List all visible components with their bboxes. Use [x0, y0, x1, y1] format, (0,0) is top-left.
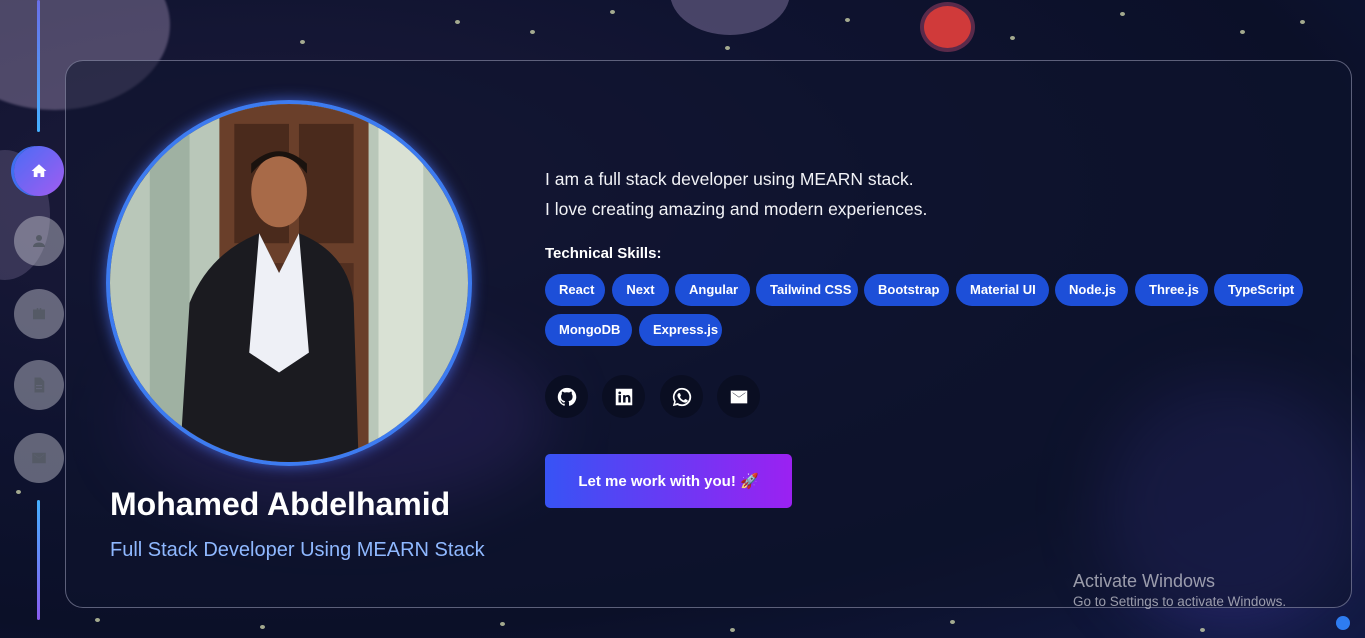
star: [1120, 12, 1125, 16]
planet-shape: [670, 0, 790, 35]
skill-chip: Three.js: [1135, 274, 1208, 306]
document-icon: [34, 377, 45, 393]
skill-chip: TypeScript: [1214, 274, 1303, 306]
star: [530, 30, 535, 34]
star: [455, 20, 460, 24]
windows-activation-watermark: Activate Windows Go to Settings to activ…: [1073, 571, 1286, 609]
nav-projects-button[interactable]: [14, 289, 64, 339]
star: [1200, 628, 1205, 632]
nav-about-button[interactable]: [14, 216, 64, 266]
star: [260, 625, 265, 629]
red-planet: [920, 2, 975, 52]
linkedin-link[interactable]: [602, 375, 645, 418]
watermark-subtitle: Go to Settings to activate Windows.: [1073, 594, 1287, 609]
email-icon: [730, 390, 747, 403]
skill-chip: Angular: [675, 274, 750, 306]
whatsapp-icon: [672, 387, 691, 406]
scroll-indicator[interactable]: [1336, 616, 1350, 630]
email-link[interactable]: [717, 375, 760, 418]
star: [1010, 36, 1015, 40]
home-icon: [31, 164, 47, 177]
bio-text: I am a full stack developer using MEARN …: [545, 164, 927, 224]
profile-name: Mohamed Abdelhamid: [110, 486, 451, 522]
rail-line-bottom: [37, 500, 40, 620]
whatsapp-link[interactable]: [660, 375, 703, 418]
work-with-me-button[interactable]: Let me work with you! 🚀: [545, 454, 792, 508]
nav-contact-button[interactable]: [14, 433, 64, 483]
skill-chip: Bootstrap: [864, 274, 949, 306]
briefcase-icon: [33, 308, 45, 320]
star: [845, 18, 850, 22]
bio-line-1: I am a full stack developer using MEARN …: [545, 169, 914, 189]
star: [610, 10, 615, 14]
skill-chip: Tailwind CSS: [756, 274, 858, 306]
nav-resume-button[interactable]: [14, 360, 64, 410]
skill-chip: MongoDB: [545, 314, 632, 346]
skill-chip: Material UI: [956, 274, 1049, 306]
profile-photo: [106, 100, 472, 466]
star: [95, 618, 100, 622]
mail-icon: [32, 452, 46, 464]
star: [725, 46, 730, 50]
star: [1300, 20, 1305, 24]
linkedin-icon: [615, 388, 632, 405]
skill-chip: Next: [612, 274, 669, 306]
nav-home-button[interactable]: [14, 146, 64, 196]
rail-line-top: [37, 0, 40, 132]
star: [1240, 30, 1245, 34]
user-icon: [33, 235, 45, 247]
skill-chip: Node.js: [1055, 274, 1128, 306]
skills-title: Technical Skills:: [545, 245, 662, 262]
skill-chip: Express.js: [639, 314, 722, 346]
github-icon: [557, 387, 576, 406]
bio-line-2: I love creating amazing and modern exper…: [545, 199, 928, 219]
star: [500, 622, 505, 626]
star: [300, 40, 305, 44]
github-link[interactable]: [545, 375, 588, 418]
profile-role: Full Stack Developer Using MEARN Stack: [110, 539, 485, 561]
star: [16, 490, 21, 494]
star: [730, 628, 735, 632]
watermark-title: Activate Windows: [1073, 571, 1216, 591]
profile-photo-image: [110, 104, 468, 462]
skill-chip: React: [545, 274, 605, 306]
star: [950, 620, 955, 624]
